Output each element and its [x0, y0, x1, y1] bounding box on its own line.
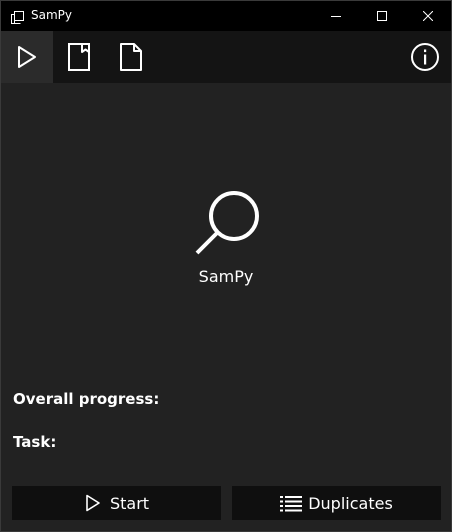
close-icon [423, 11, 433, 21]
minimize-button[interactable] [313, 1, 359, 31]
tab-document[interactable] [105, 31, 157, 83]
maximize-button[interactable] [359, 1, 405, 31]
app-window: SamPy SamPy Overall progress: Task: Star… [0, 0, 452, 532]
tab-document-folded[interactable] [53, 31, 105, 83]
list-icon [280, 496, 303, 512]
search-icon [194, 188, 262, 256]
maximize-icon [377, 11, 387, 21]
info-icon [411, 43, 439, 71]
duplicates-button[interactable]: Duplicates [232, 486, 441, 520]
app-window-icon [11, 9, 24, 24]
minimize-icon [331, 16, 341, 17]
overall-progress-label: Overall progress: [13, 390, 160, 408]
tab-run[interactable] [1, 31, 53, 83]
task-label: Task: [13, 433, 57, 451]
play-icon [86, 494, 100, 512]
play-icon [18, 46, 36, 68]
close-button[interactable] [405, 1, 451, 31]
nav-bar [1, 31, 451, 83]
window-title: SamPy [31, 8, 72, 22]
info-button[interactable] [399, 31, 451, 83]
app-name: SamPy [198, 267, 254, 286]
title-bar[interactable]: SamPy [1, 1, 451, 31]
start-button[interactable]: Start [12, 486, 221, 520]
document-icon [120, 43, 142, 71]
duplicates-button-label: Duplicates [308, 493, 393, 513]
start-button-label: Start [109, 493, 150, 513]
document-folded-icon [68, 43, 90, 71]
main-panel: SamPy Overall progress: Task: Start Dupl… [1, 83, 451, 531]
